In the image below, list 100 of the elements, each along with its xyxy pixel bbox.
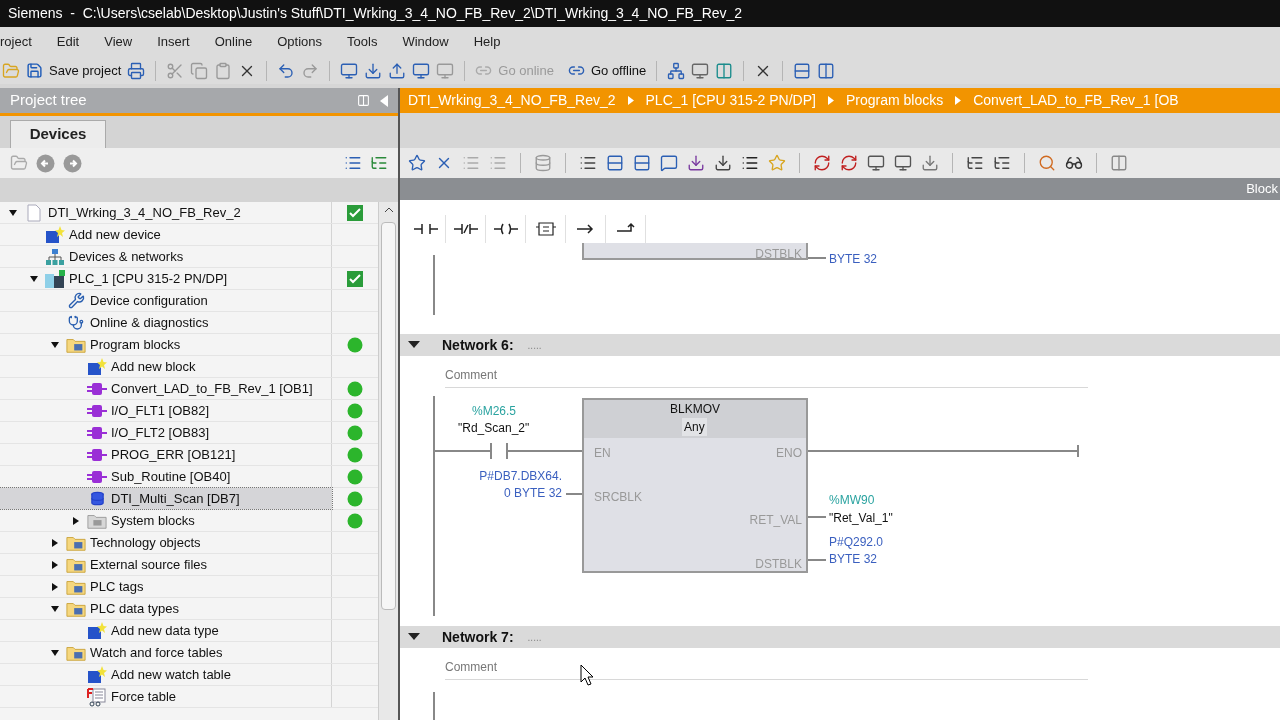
window-title: Siemens - C:\Users\cselab\Desktop\Justin's Stuff\DTI_Wrking_3_4_NO_FB_Rev_2\DTI_Wrking_3_4_NO_FB_Rev_2 [8, 4, 743, 23]
refresh-icon[interactable] [813, 154, 831, 172]
expanded-triangle-icon[interactable] [8, 207, 18, 218]
split-horizontal-icon[interactable] [793, 61, 812, 80]
monitor-icon[interactable] [867, 154, 885, 172]
tree-item[interactable]: Add new watch table [0, 664, 332, 685]
tree-item[interactable]: PROG_ERR [OB121] [0, 444, 332, 465]
expanded-triangle-icon[interactable] [408, 340, 420, 350]
menu-item[interactable]: Window [402, 32, 449, 52]
database-icon [89, 491, 105, 506]
tree-item[interactable]: Technology objects [0, 532, 332, 553]
tree-icon[interactable] [993, 154, 1011, 172]
back-icon[interactable] [36, 153, 55, 173]
download-icon[interactable] [921, 154, 939, 172]
tree-item[interactable]: PLC tags [0, 576, 332, 597]
scrollbar[interactable] [378, 202, 398, 720]
tree-item[interactable]: Watch and force tables [0, 642, 332, 663]
download-icon[interactable] [687, 154, 705, 172]
expanded-triangle-icon[interactable] [50, 647, 60, 658]
operand-value: P#DB7.DBX64. 0 BYTE 32 [479, 468, 562, 502]
rows-icon[interactable] [606, 154, 624, 172]
collapsed-triangle-icon[interactable] [71, 515, 81, 526]
expanded-triangle-icon[interactable] [408, 632, 420, 642]
save-icon [26, 62, 43, 79]
network-header[interactable]: Network 7: ..... [400, 626, 1280, 648]
menu-item[interactable]: Help [473, 32, 501, 52]
menu-item[interactable]: Options [277, 32, 323, 52]
undo-icon[interactable] [277, 61, 296, 80]
tree-item[interactable]: I/O_FLT1 [OB82] [0, 400, 332, 421]
tree-item[interactable]: Force table [0, 686, 332, 707]
network-icon[interactable] [667, 61, 686, 80]
save-project-button[interactable]: Save project [49, 60, 122, 81]
tree-item[interactable]: DTI_Multi_Scan [DB7] [0, 488, 332, 509]
tree-item[interactable]: Add new device [0, 224, 332, 245]
download-icon[interactable] [364, 61, 383, 80]
plc-icon [45, 269, 65, 288]
monitor-icon[interactable] [894, 154, 912, 172]
split-vertical-icon[interactable] [817, 61, 836, 80]
menu-item[interactable]: Edit [56, 32, 80, 52]
tree-item[interactable]: PLC_1 [CPU 315-2 PN/DP] [0, 268, 332, 289]
overview-icon[interactable] [370, 154, 388, 172]
menu-item[interactable]: Insert [157, 32, 190, 52]
devices-tab[interactable]: Devices [10, 120, 106, 148]
rows-icon[interactable] [633, 154, 651, 172]
list-view-icon[interactable] [344, 154, 362, 172]
forward-icon[interactable] [63, 153, 82, 173]
download-icon[interactable] [714, 154, 732, 172]
parameter-label: ENO [776, 445, 802, 462]
list-icon[interactable] [741, 154, 759, 172]
monitor-icon[interactable] [691, 61, 710, 80]
tree-item[interactable]: I/O_FLT2 [OB83] [0, 422, 332, 443]
monitor-icon[interactable] [340, 61, 359, 80]
go-offline-button[interactable]: Go offline [567, 60, 647, 81]
parameter-label: DSTBLK [755, 556, 802, 573]
comment-icon[interactable] [660, 154, 678, 172]
empty-box-icon[interactable] [533, 221, 558, 237]
panel-icon[interactable] [1110, 154, 1128, 172]
operand-value: P#Q292.0 BYTE 32 [829, 534, 884, 568]
tree-item[interactable]: Devices & networks [0, 246, 332, 267]
tree-item[interactable]: System blocks [0, 510, 332, 531]
address-label: %M26.5 [472, 403, 517, 420]
tree-item[interactable]: Add new data type [0, 620, 332, 641]
panel-icon[interactable] [715, 61, 734, 80]
menu-item[interactable]: Online [214, 32, 253, 52]
tree-item[interactable]: External source files [0, 554, 332, 575]
tree-item[interactable]: Convert_LAD_to_FB_Rev_1 [OB1] [0, 378, 332, 399]
monitor-icon[interactable] [412, 61, 431, 80]
collapsed-triangle-icon[interactable] [50, 581, 60, 592]
insert-network-icon[interactable] [408, 154, 426, 172]
coil-icon[interactable] [493, 221, 518, 237]
collapsed-triangle-icon[interactable] [50, 559, 60, 570]
mouse-pointer-icon [580, 664, 594, 686]
expanded-triangle-icon[interactable] [50, 339, 60, 350]
collapsed-triangle-icon[interactable] [50, 537, 60, 548]
tag-label: "Ret_Val_1" [829, 510, 893, 527]
expanded-triangle-icon[interactable] [29, 273, 39, 284]
tree-item[interactable]: Add new block [0, 356, 332, 377]
network-header[interactable]: Network 6: ..... [400, 334, 1280, 356]
menu-item[interactable]: roject [0, 32, 32, 52]
tree-item[interactable]: PLC data types [0, 598, 332, 619]
tree-item[interactable]: Program blocks [0, 334, 332, 355]
expanded-triangle-icon[interactable] [50, 603, 60, 614]
comment-field[interactable]: Comment [445, 365, 497, 384]
menu-item[interactable]: View [104, 32, 133, 52]
block-type: Any [682, 418, 707, 436]
search-icon[interactable] [1038, 154, 1056, 172]
upload-icon[interactable] [388, 61, 407, 80]
refresh-icon[interactable] [840, 154, 858, 172]
list-icon[interactable] [579, 154, 597, 172]
tree-item[interactable]: Device configuration [0, 290, 332, 311]
tree-icon[interactable] [966, 154, 984, 172]
printer-icon[interactable] [127, 61, 146, 80]
contact-symbol[interactable] [490, 443, 508, 459]
menu-item[interactable]: Tools [347, 32, 378, 52]
glasses-icon[interactable] [1065, 154, 1083, 172]
comment-field[interactable]: Comment [445, 657, 497, 676]
tree-item[interactable]: Online & diagnostics [0, 312, 332, 333]
tree-item[interactable]: DTI_Wrking_3_4_NO_FB_Rev_2 [0, 202, 332, 223]
normally-closed-contact-icon[interactable] [453, 221, 478, 237]
normally-open-contact-icon[interactable] [413, 221, 438, 237]
